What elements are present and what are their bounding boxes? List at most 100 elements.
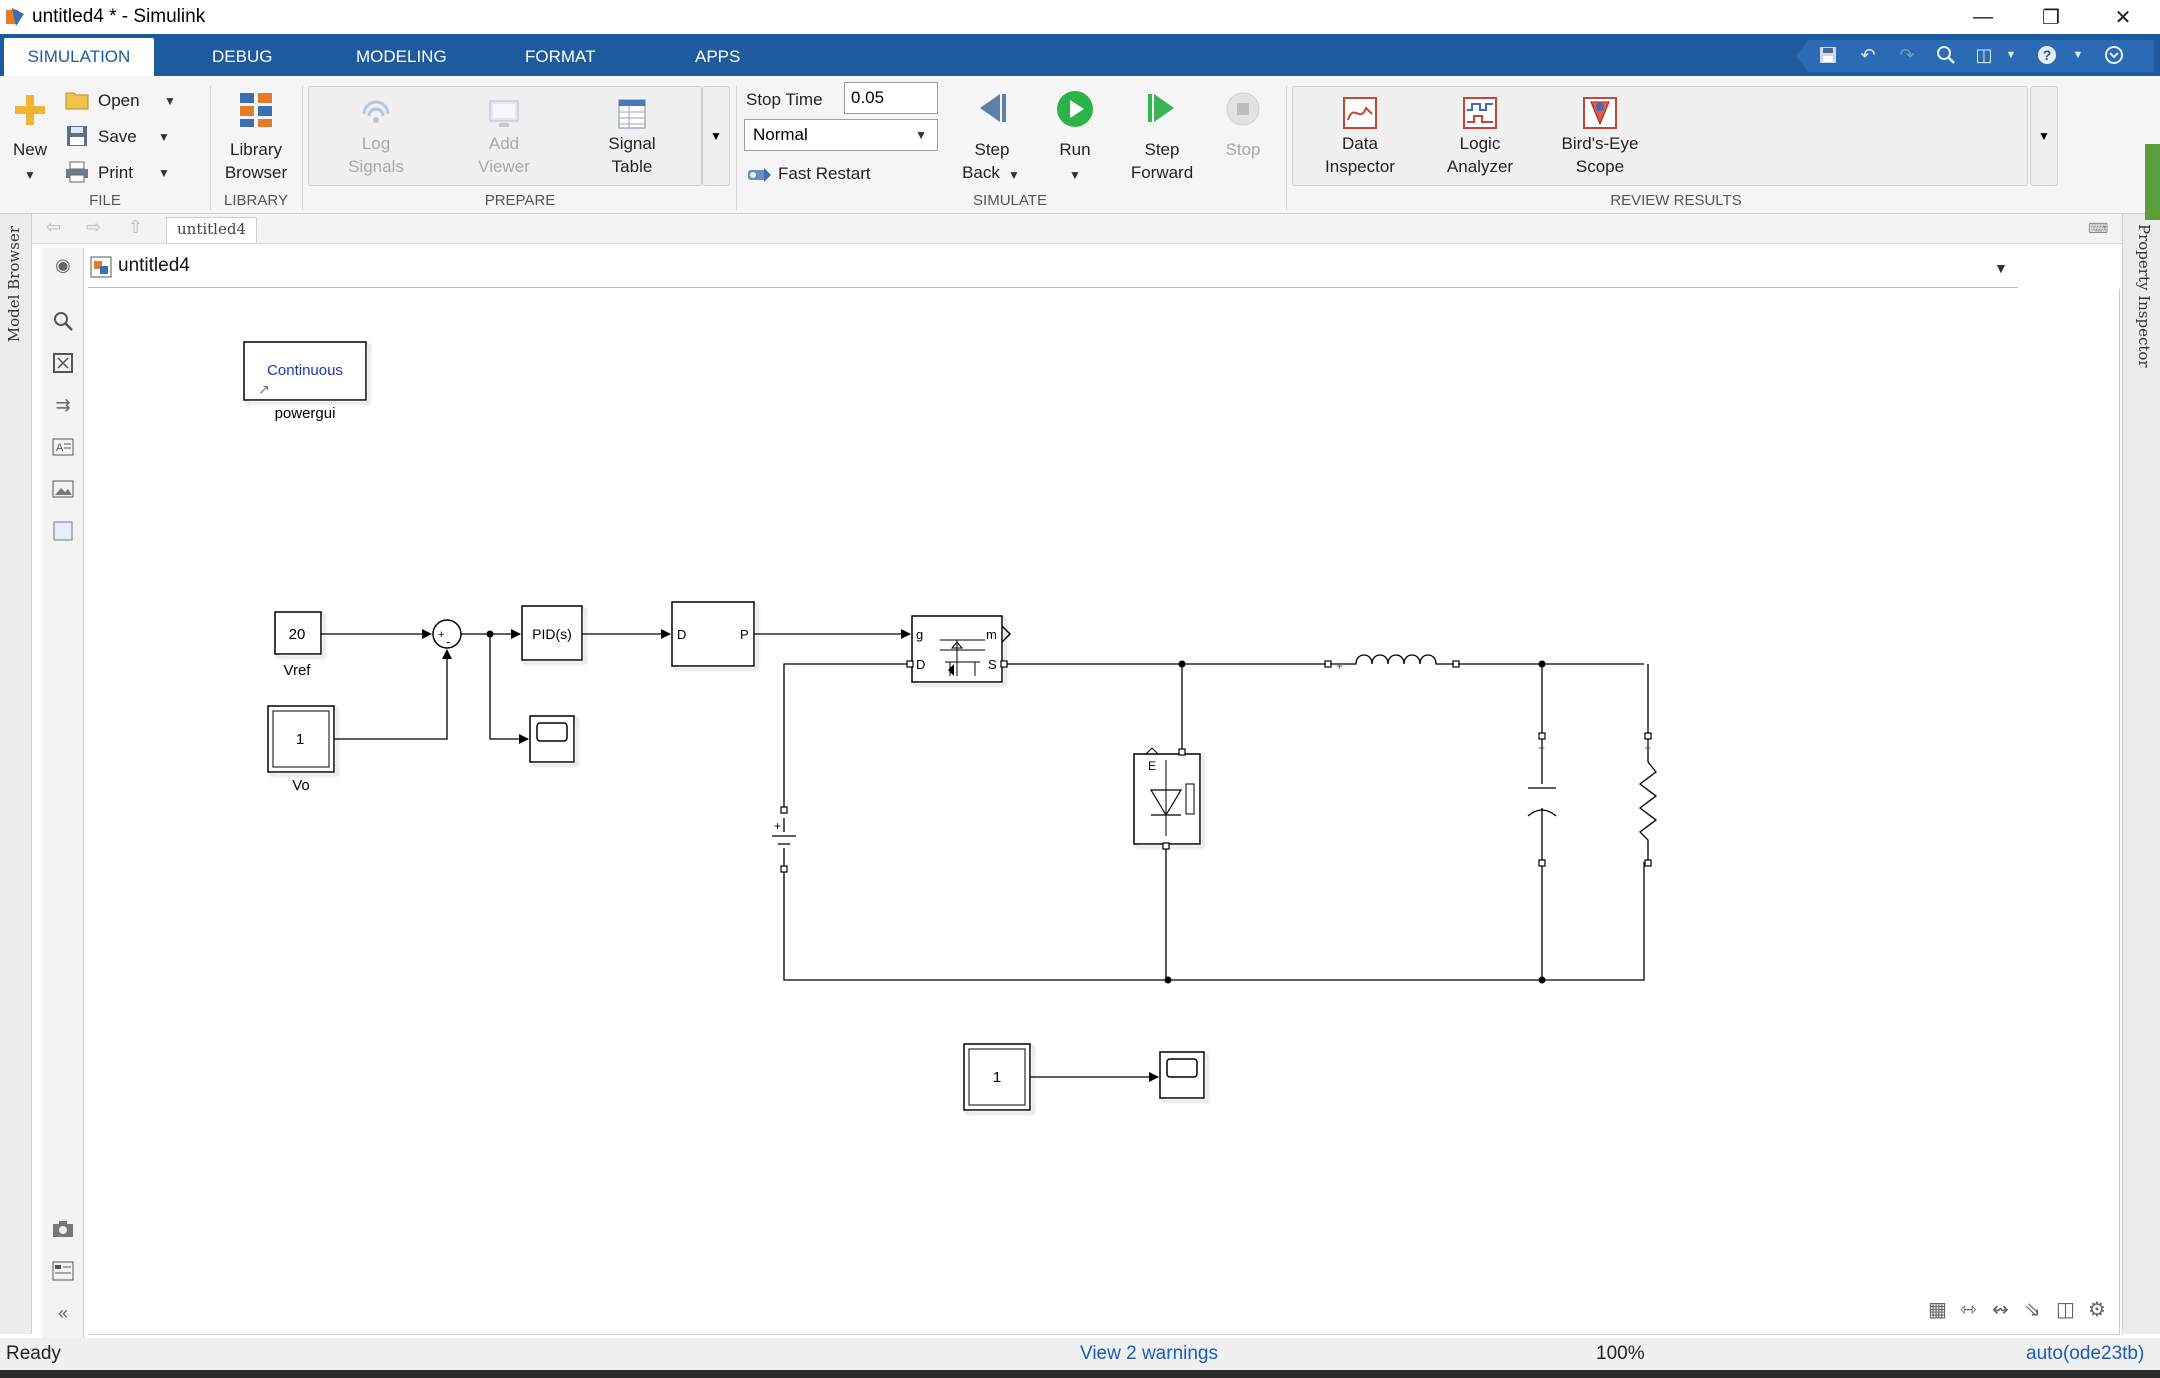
data-inspector-label-1: Data bbox=[1342, 134, 1378, 153]
restore-button[interactable]: ❐ bbox=[2018, 0, 2084, 34]
help-icon[interactable]: ? bbox=[2033, 42, 2061, 68]
window-title: untitled4 * - Simulink bbox=[32, 6, 206, 27]
step-back-button[interactable]: Step Back bbox=[952, 138, 1032, 184]
collapse-toolbar-icon[interactable]: « bbox=[48, 1298, 78, 1328]
run-icon[interactable] bbox=[1054, 88, 1096, 130]
screenshot-icon[interactable] bbox=[48, 1214, 78, 1244]
close-button[interactable]: ✕ bbox=[2090, 0, 2156, 34]
vref-constant-block[interactable]: 20 Vref bbox=[274, 611, 322, 679]
signal-table-button[interactable]: Signal Table bbox=[592, 132, 672, 178]
warnings-link[interactable]: View 2 warnings bbox=[1080, 1343, 1218, 1365]
fit-icon[interactable]: ⇿ bbox=[1960, 1297, 1977, 1321]
print-button[interactable]: Print bbox=[98, 161, 133, 184]
add-viewer-button[interactable]: Add Viewer bbox=[464, 132, 544, 178]
help-caret-icon[interactable]: ▼ bbox=[2064, 42, 2092, 68]
log-signals-button[interactable]: Log Signals bbox=[336, 132, 416, 178]
collapse-ribbon-icon[interactable] bbox=[2100, 42, 2128, 68]
step-forward-button[interactable]: Step Forward bbox=[1122, 138, 1202, 184]
block-diagram[interactable]: Continuous ↗ powergui 20 Vref 1 Vo + - P… bbox=[88, 289, 2120, 1335]
step-back-icon[interactable] bbox=[972, 88, 1012, 128]
stop-button[interactable]: Stop bbox=[1212, 138, 1274, 161]
tab-modeling[interactable]: MODELING bbox=[336, 38, 467, 76]
forward-arrow-icon[interactable]: ⇨ bbox=[86, 217, 101, 238]
search-icon[interactable] bbox=[1932, 42, 1960, 68]
powergui-block[interactable]: Continuous ↗ powergui bbox=[243, 341, 367, 422]
svg-text:A: A bbox=[56, 442, 64, 454]
stop-time-label: Stop Time bbox=[746, 90, 823, 109]
library-browser-icon[interactable] bbox=[236, 90, 276, 130]
diode-block[interactable]: E bbox=[1133, 747, 1201, 845]
fit-to-view-icon[interactable] bbox=[48, 348, 78, 378]
stop-time-input[interactable] bbox=[844, 82, 938, 114]
prepare-expand-caret-icon[interactable]: ▼ bbox=[702, 86, 730, 186]
tab-format[interactable]: FORMAT bbox=[505, 38, 616, 76]
save-caret-icon[interactable]: ▼ bbox=[158, 130, 170, 144]
review-expand-caret-icon[interactable]: ▼ bbox=[2030, 86, 2058, 186]
zoom-icon[interactable] bbox=[48, 306, 78, 336]
signal-icon[interactable]: ↭ bbox=[1992, 1297, 2009, 1321]
image-icon[interactable] bbox=[48, 474, 78, 504]
diode-label: E bbox=[1148, 759, 1156, 773]
simulation-mode-select[interactable]: Normal ▼ bbox=[744, 119, 938, 151]
open-caret-icon[interactable]: ▼ bbox=[164, 94, 176, 108]
arrow-direction-icon[interactable]: ⇉ bbox=[48, 390, 78, 420]
tab-apps[interactable]: APPS bbox=[675, 38, 760, 76]
birds-eye-scope-button[interactable]: Bird's-Eye Scope bbox=[1550, 132, 1650, 178]
keyboard-icon[interactable]: ⌨ bbox=[2088, 220, 2108, 237]
model-info-icon[interactable] bbox=[48, 1256, 78, 1286]
save-button[interactable]: Save bbox=[98, 125, 137, 148]
new-icon[interactable] bbox=[10, 90, 50, 130]
canvas-nav-icons[interactable]: ▦ ⇿ ↭ ⇘ ◫ ⚙ bbox=[1928, 1297, 2106, 1321]
run-caret-icon[interactable]: ▼ bbox=[1069, 168, 1081, 182]
save-icon[interactable] bbox=[1814, 42, 1842, 68]
sum-block[interactable]: + - bbox=[432, 619, 462, 649]
model-browser-tab[interactable]: Model Browser bbox=[5, 226, 23, 342]
data-inspector-button[interactable]: Data Inspector bbox=[1310, 132, 1410, 178]
mosfet-block[interactable]: g m D S bbox=[911, 615, 1012, 683]
tab-simulation[interactable]: SIMULATION bbox=[4, 38, 154, 76]
vo-block[interactable]: 1 Vo bbox=[267, 705, 335, 794]
print-caret-icon[interactable]: ▼ bbox=[158, 166, 170, 180]
quick-access-icon[interactable]: ◫ bbox=[1970, 42, 1998, 68]
up-arrow-icon[interactable]: ⇧ bbox=[128, 217, 143, 238]
quick-access-caret-icon[interactable]: ▼ bbox=[1997, 42, 2025, 68]
stop-icon bbox=[1224, 90, 1262, 128]
step-back-caret-icon[interactable]: ▼ bbox=[1008, 168, 1020, 182]
new-caret-icon[interactable]: ▼ bbox=[24, 168, 36, 182]
pid-controller-block[interactable]: PID(s) bbox=[521, 605, 583, 661]
open-button[interactable]: Open bbox=[98, 89, 140, 112]
run-button[interactable]: Run bbox=[1036, 138, 1114, 161]
undo-icon[interactable]: ↶ bbox=[1854, 42, 1882, 68]
solver-link[interactable]: auto(ode23tb) bbox=[2026, 1343, 2144, 1365]
scope-block-2[interactable] bbox=[1159, 1051, 1205, 1099]
new-button[interactable]: New bbox=[8, 138, 52, 161]
model-tab[interactable]: untitled4 bbox=[166, 217, 257, 243]
address-dropdown-caret-icon[interactable]: ▼ bbox=[1994, 260, 2008, 276]
step-forward-icon[interactable] bbox=[1142, 88, 1182, 128]
settings-icon[interactable]: ⚙ bbox=[2088, 1297, 2106, 1321]
arrange-icon[interactable]: ⇘ bbox=[2024, 1297, 2041, 1321]
signal-table-label-2: Table bbox=[611, 157, 653, 176]
grid-icon[interactable]: ▦ bbox=[1928, 1297, 1947, 1321]
library-browser-button[interactable]: Library Browser bbox=[216, 138, 296, 184]
library-icon[interactable]: ◫ bbox=[2056, 1297, 2075, 1321]
logic-analyzer-button[interactable]: Logic Analyzer bbox=[1430, 132, 1530, 178]
property-inspector-tab[interactable]: Property Inspector bbox=[2135, 224, 2153, 368]
pwm-generator-block[interactable]: D P bbox=[671, 601, 755, 667]
minimize-button[interactable]: — bbox=[1950, 0, 2016, 34]
property-inspector-strip: Property Inspector bbox=[2122, 144, 2160, 1334]
model-path[interactable]: untitled4 bbox=[118, 255, 190, 277]
scope-block[interactable] bbox=[529, 715, 575, 763]
fast-restart-button[interactable]: Fast Restart bbox=[778, 162, 871, 185]
back-arrow-icon[interactable]: ⇦ bbox=[46, 217, 61, 238]
constant-block-2[interactable]: 1 bbox=[963, 1043, 1031, 1111]
tab-debug[interactable]: DEBUG bbox=[192, 38, 292, 76]
hide-explorer-icon[interactable]: ◉ bbox=[48, 250, 78, 280]
annotation-icon[interactable]: A bbox=[48, 432, 78, 462]
area-icon[interactable] bbox=[48, 516, 78, 546]
breadcrumb-toolbar: ⇦ ⇨ ⇧ untitled4 ⌨ bbox=[32, 214, 2122, 244]
divider bbox=[1286, 86, 1287, 210]
redo-icon[interactable]: ↷ bbox=[1893, 42, 1921, 68]
link-icon: ↗ bbox=[258, 381, 270, 397]
model-canvas[interactable]: Continuous ↗ powergui 20 Vref 1 Vo + - P… bbox=[88, 289, 2120, 1335]
